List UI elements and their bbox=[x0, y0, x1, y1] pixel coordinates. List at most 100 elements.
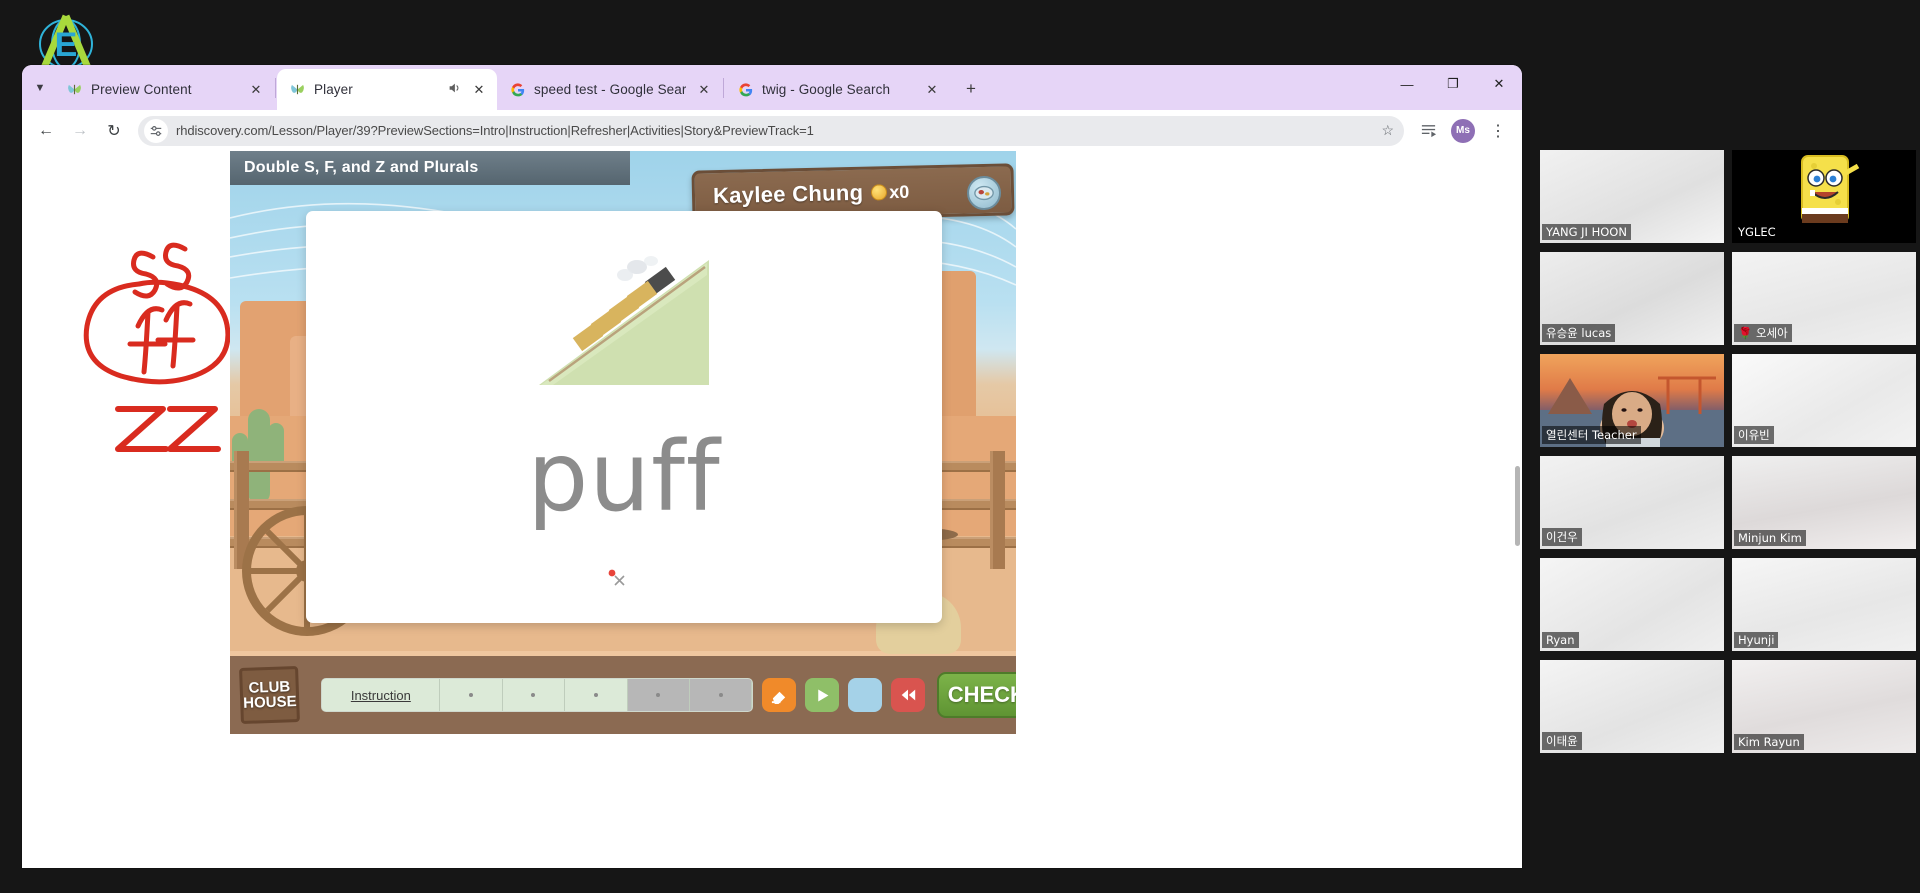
participant-name: Hyunji bbox=[1734, 632, 1779, 648]
tab-label: Preview Content bbox=[91, 82, 192, 97]
page-viewport: Double S, F, and Z and Plurals Kaylee Ch… bbox=[22, 151, 1522, 868]
google-icon bbox=[509, 81, 526, 98]
participant-name: 🌹 오세아 bbox=[1734, 324, 1792, 342]
reload-button[interactable]: ↻ bbox=[98, 115, 130, 147]
tab-twig[interactable]: twig - Google Search ✕ bbox=[725, 69, 950, 110]
tab-audio-playing-icon[interactable] bbox=[447, 81, 461, 98]
forward-button[interactable]: → bbox=[64, 115, 96, 147]
check-label: CHECK bbox=[947, 682, 1016, 707]
participant-tile[interactable]: YANG JI HOON bbox=[1540, 150, 1724, 243]
butterfly-icon bbox=[289, 81, 306, 98]
progress-label: Instruction bbox=[322, 679, 441, 711]
close-window-button[interactable]: ✕ bbox=[1476, 65, 1522, 103]
reading-list-icon[interactable] bbox=[1412, 115, 1444, 147]
participant-tile[interactable]: YGLEC bbox=[1732, 150, 1916, 243]
train-on-hill-illustration bbox=[529, 245, 719, 411]
target-word: puff bbox=[527, 421, 721, 533]
site-settings-icon[interactable] bbox=[144, 118, 168, 143]
play-button[interactable] bbox=[805, 678, 840, 712]
url-text: rhdiscovery.com/Lesson/Player/39?Preview… bbox=[176, 123, 814, 138]
participant-tile[interactable]: 유승윤 lucas bbox=[1540, 252, 1724, 345]
coin-icon bbox=[871, 184, 888, 201]
progress-step-4[interactable] bbox=[627, 679, 690, 711]
minimize-button[interactable]: — bbox=[1384, 65, 1430, 103]
tab-close-icon[interactable]: ✕ bbox=[469, 80, 489, 100]
check-button[interactable]: CHECK bbox=[937, 672, 1016, 718]
browser-window: ▼ Preview Content ✕ Player ✕ speed test … bbox=[22, 65, 1522, 868]
blank-button[interactable] bbox=[848, 678, 883, 712]
participant-tile[interactable]: Minjun Kim bbox=[1732, 456, 1916, 549]
butterfly-icon bbox=[66, 81, 83, 98]
progress-step-2[interactable] bbox=[502, 679, 566, 711]
participant-tile[interactable]: Kim Rayun bbox=[1732, 660, 1916, 753]
eraser-icon bbox=[771, 691, 786, 704]
participant-tile[interactable]: 이태윤 bbox=[1540, 660, 1724, 753]
address-bar[interactable]: rhdiscovery.com/Lesson/Player/39?Preview… bbox=[138, 115, 1404, 146]
participant-name: YANG JI HOON bbox=[1542, 224, 1631, 240]
help-badge-icon[interactable] bbox=[966, 175, 1002, 211]
app-logo-icon: E bbox=[39, 14, 93, 70]
video-participants-panel: YANG JI HOON YGLEC 유승윤 lucas 🌹 오세아 열린센터 … bbox=[1540, 150, 1920, 785]
progress-step-5[interactable] bbox=[689, 679, 753, 711]
maximize-button[interactable]: ❐ bbox=[1430, 65, 1476, 103]
video-row: 열린센터 Teacher 이유빈 bbox=[1540, 354, 1920, 447]
window-controls: — ❐ ✕ bbox=[1384, 65, 1522, 110]
lesson-progress-bar[interactable]: Instruction bbox=[321, 678, 754, 712]
profile-avatar[interactable]: Ms bbox=[1451, 118, 1475, 143]
progress-step-3[interactable] bbox=[565, 679, 628, 711]
video-row: 이태윤 Kim Rayun bbox=[1540, 660, 1920, 753]
google-icon bbox=[737, 81, 754, 98]
participant-name: YGLEC bbox=[1734, 224, 1780, 240]
participant-name: 이유빈 bbox=[1734, 426, 1774, 444]
video-row: 이건우 Minjun Kim bbox=[1540, 456, 1920, 549]
rewind-button[interactable] bbox=[891, 678, 926, 712]
participant-name: Ryan bbox=[1542, 632, 1579, 648]
participant-tile[interactable]: 🌹 오세아 bbox=[1732, 252, 1916, 345]
tab-player[interactable]: Player ✕ bbox=[277, 69, 497, 110]
screen-root: E ▼ Preview Content ✕ Player ✕ speed tes… bbox=[0, 0, 1920, 893]
tab-preview-content[interactable]: Preview Content ✕ bbox=[54, 69, 274, 110]
new-tab-button[interactable]: + bbox=[956, 74, 986, 104]
progress-step-1[interactable] bbox=[440, 679, 503, 711]
tab-close-icon[interactable]: ✕ bbox=[246, 80, 266, 100]
tab-search-chevron-icon[interactable]: ▼ bbox=[26, 65, 54, 110]
participant-name: 이건우 bbox=[1542, 528, 1582, 546]
participant-tile[interactable]: Hyunji bbox=[1732, 558, 1916, 651]
clubhouse-button[interactable]: CLUB HOUSE bbox=[239, 665, 301, 725]
participant-name: Kim Rayun bbox=[1734, 734, 1804, 750]
tab-close-icon[interactable]: ✕ bbox=[922, 80, 942, 100]
participant-tile[interactable]: 이유빈 bbox=[1732, 354, 1916, 447]
tab-close-icon[interactable]: ✕ bbox=[694, 80, 714, 100]
participant-tile[interactable]: 이건우 bbox=[1540, 456, 1724, 549]
lesson-title: Double S, F, and Z and Plurals bbox=[230, 151, 630, 185]
back-button[interactable]: ← bbox=[30, 115, 62, 147]
fence-post bbox=[990, 451, 1005, 569]
tab-label: Player bbox=[314, 82, 353, 97]
browser-toolbar: ← → ↻ rhdiscovery.com/Lesson/Player/39?P… bbox=[22, 110, 1522, 151]
video-row: Ryan Hyunji bbox=[1540, 558, 1920, 651]
tab-label: speed test - Google Search bbox=[534, 82, 686, 97]
tab-speed-test[interactable]: speed test - Google Search ✕ bbox=[497, 69, 722, 110]
participant-tile[interactable]: Ryan bbox=[1540, 558, 1724, 651]
eraser-button[interactable] bbox=[762, 678, 797, 712]
participant-tile-active-speaker[interactable]: 열린센터 Teacher bbox=[1540, 354, 1724, 447]
video-row: YANG JI HOON YGLEC bbox=[1540, 150, 1920, 243]
rewind-icon bbox=[902, 689, 916, 701]
participant-name: 열린센터 Teacher bbox=[1542, 426, 1641, 444]
toolbar-right-actions: Ms ⋮ bbox=[1412, 115, 1514, 147]
coin-count: x0 bbox=[889, 181, 910, 202]
play-icon bbox=[818, 689, 829, 701]
bookmark-star-icon[interactable]: ☆ bbox=[1381, 122, 1394, 139]
participant-name: 유승윤 lucas bbox=[1542, 324, 1616, 342]
kebab-menu-icon[interactable]: ⋮ bbox=[1482, 115, 1514, 147]
svg-text:E: E bbox=[55, 26, 78, 64]
page-scrollbar[interactable] bbox=[1514, 151, 1522, 868]
scrollbar-thumb[interactable] bbox=[1515, 466, 1520, 546]
tab-strip: ▼ Preview Content ✕ Player ✕ speed test … bbox=[22, 65, 1522, 110]
tab-label: twig - Google Search bbox=[762, 82, 891, 97]
student-name: Kaylee Chung bbox=[712, 179, 864, 209]
clubhouse-line2: HOUSE bbox=[242, 693, 297, 712]
participant-name: 이태윤 bbox=[1542, 732, 1582, 750]
tab-divider bbox=[275, 77, 276, 98]
participant-name: Minjun Kim bbox=[1734, 530, 1806, 546]
